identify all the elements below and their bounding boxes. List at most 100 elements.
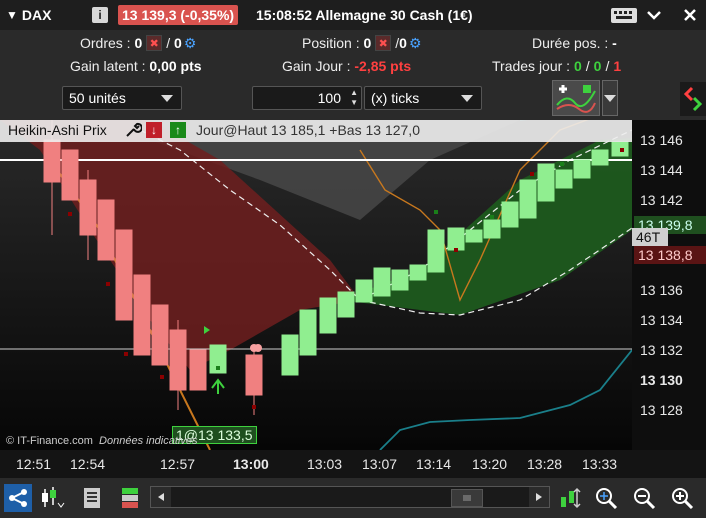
strategy-icon (553, 81, 599, 115)
bar-count-tag: 46T (632, 228, 668, 246)
position-row: Position : 0 ✖ / 0 ⚙ (302, 34, 422, 52)
ticks-value: 100 (317, 90, 341, 106)
orders-separator: / (166, 35, 171, 51)
time-label: 13:20 (472, 456, 508, 472)
trading-window: ▼ DAX i 13 139,3 (-0,35%) 15:08:52 Allem… (0, 0, 706, 518)
price-label: 13 144 (640, 162, 683, 178)
position-info-panel: Ordres : 0 ✖ / 0 ⚙ Position : 0 ✖ / 0 ⚙ … (0, 30, 706, 78)
arrow-down-icon[interactable]: ↓ (146, 122, 162, 138)
triangle-right-icon (536, 493, 542, 501)
orders-gear-icon[interactable]: ⚙ (184, 35, 197, 52)
position-label: Position : (302, 35, 360, 51)
caret-down-icon (461, 95, 473, 102)
time-label: 12:51 (16, 456, 52, 472)
duration-label: Durée pos. : (532, 35, 609, 51)
zoom-in-icon (672, 488, 694, 510)
trades-count-a: 0 (573, 58, 582, 74)
close-button[interactable] (682, 0, 698, 30)
grip-icon (463, 495, 471, 501)
price-label: 13 142 (640, 192, 683, 208)
zoom-in-button[interactable] (668, 484, 696, 512)
watermark: © IT-Finance.com Données indicatives (6, 435, 197, 447)
price-label-bold: 13 130 (640, 372, 683, 388)
share-button[interactable] (4, 484, 32, 512)
wrench-icon[interactable] (124, 121, 143, 139)
share-icon (9, 489, 27, 507)
side-toggle-button[interactable] (680, 82, 706, 116)
collapse-button[interactable] (646, 0, 662, 30)
cancel-orders-icon[interactable]: ✖ (146, 35, 163, 51)
zoom-fit-icon (596, 488, 618, 510)
triangle-left-icon (158, 493, 164, 501)
duration-value: - (612, 35, 617, 51)
ticks-unit-value: (x) ticks (371, 90, 420, 106)
watermark-text: © IT-Finance.com (6, 435, 93, 447)
units-select[interactable]: 50 unités (62, 86, 182, 110)
latent-gain-row: Gain latent : 0,00 pts (70, 55, 202, 77)
latent-gain-label: Gain latent : (70, 58, 146, 74)
order-book-icon (122, 488, 138, 508)
chart-scrollbar[interactable] (150, 486, 550, 508)
strategy-button[interactable] (552, 80, 600, 116)
price-label: 13 128 (640, 402, 683, 418)
zoom-out-icon (634, 488, 656, 510)
price-axis[interactable]: 13 146 13 144 13 142 13 139,8 46T 13 138… (632, 120, 706, 450)
scroll-thumb[interactable] (451, 489, 483, 507)
time-axis[interactable]: 12:51 12:54 12:57 13:00 13:03 13:07 13:1… (0, 450, 706, 478)
close-position-icon[interactable]: ✖ (375, 35, 392, 51)
price-label: 13 136 (640, 282, 683, 298)
time-label-bold: 13:00 (233, 456, 269, 472)
chevron-down-icon (647, 11, 661, 20)
caret-down-icon: ▼ (6, 8, 18, 22)
price-chart[interactable]: Heikin-Ashi Prix ↓ ↑ Jour@Haut 13 185,1 … (0, 120, 632, 450)
list-icon (84, 488, 100, 508)
chart-type-button[interactable] (38, 484, 66, 512)
orders-row: Ordres : 0 ✖ / 0 ⚙ (80, 32, 196, 54)
info-button[interactable]: i (92, 0, 108, 30)
time-label: 13:14 (416, 456, 452, 472)
trades-label: Trades jour : (492, 58, 571, 74)
position-count-b: 0 (399, 35, 407, 51)
chart-canvas (0, 120, 632, 450)
units-value: 50 unités (69, 90, 126, 106)
trades-count-b: 0 (593, 58, 602, 74)
time-label: 13:33 (582, 456, 618, 472)
auto-scale-button[interactable] (556, 484, 584, 512)
order-book-button[interactable] (116, 484, 144, 512)
orders-count-b: 0 (174, 35, 182, 51)
orders-list-button[interactable] (78, 484, 106, 512)
candlestick-icon (42, 487, 65, 508)
duration-row: Durée pos. : - (532, 32, 617, 54)
price-label: 13 132 (640, 342, 683, 358)
day-gain-row: Gain Jour : -2,85 pts (282, 55, 411, 77)
trades-row: Trades jour : 0 / 0 / 1 (492, 58, 622, 74)
keyboard-button[interactable] (610, 0, 638, 30)
time-label: 12:54 (70, 456, 106, 472)
ticks-input[interactable]: 100 ▲ ▼ (252, 86, 362, 110)
orders-count-a: 0 (134, 35, 143, 51)
position-count-a: 0 (363, 35, 372, 51)
auto-scale-icon (561, 487, 581, 509)
close-icon (684, 9, 696, 21)
time-label: 13:28 (527, 456, 563, 472)
indicator-label[interactable]: Heikin-Ashi Prix (8, 122, 107, 138)
time-label: 13:07 (362, 456, 398, 472)
order-bar: 50 unités 100 ▲ ▼ (x) ticks (0, 78, 706, 120)
keyboard-icon (611, 8, 637, 23)
zoom-out-button[interactable] (630, 484, 658, 512)
scroll-right-button[interactable] (529, 487, 549, 507)
stepper-icon[interactable]: ▲ ▼ (350, 88, 358, 108)
position-gear-icon[interactable]: ⚙ (409, 35, 422, 52)
ticks-unit-select[interactable]: (x) ticks (364, 86, 482, 110)
price-label: 13 146 (640, 132, 683, 148)
arrow-up-icon[interactable]: ↑ (170, 122, 186, 138)
strategy-dropdown[interactable] (602, 80, 618, 116)
zoom-fit-button[interactable] (592, 484, 620, 512)
latent-gain-value: 0,00 pts (149, 58, 202, 74)
time-and-instrument-name: 15:08:52 Allemagne 30 Cash (1€) (256, 7, 473, 23)
red-price-tag: 13 138,8 (634, 246, 706, 264)
price-change-badge: 13 139,3 (-0,35%) (118, 5, 239, 25)
scroll-left-button[interactable] (151, 487, 171, 507)
instrument-selector[interactable]: ▼ DAX (6, 0, 51, 30)
price-label: 13 134 (640, 312, 683, 328)
